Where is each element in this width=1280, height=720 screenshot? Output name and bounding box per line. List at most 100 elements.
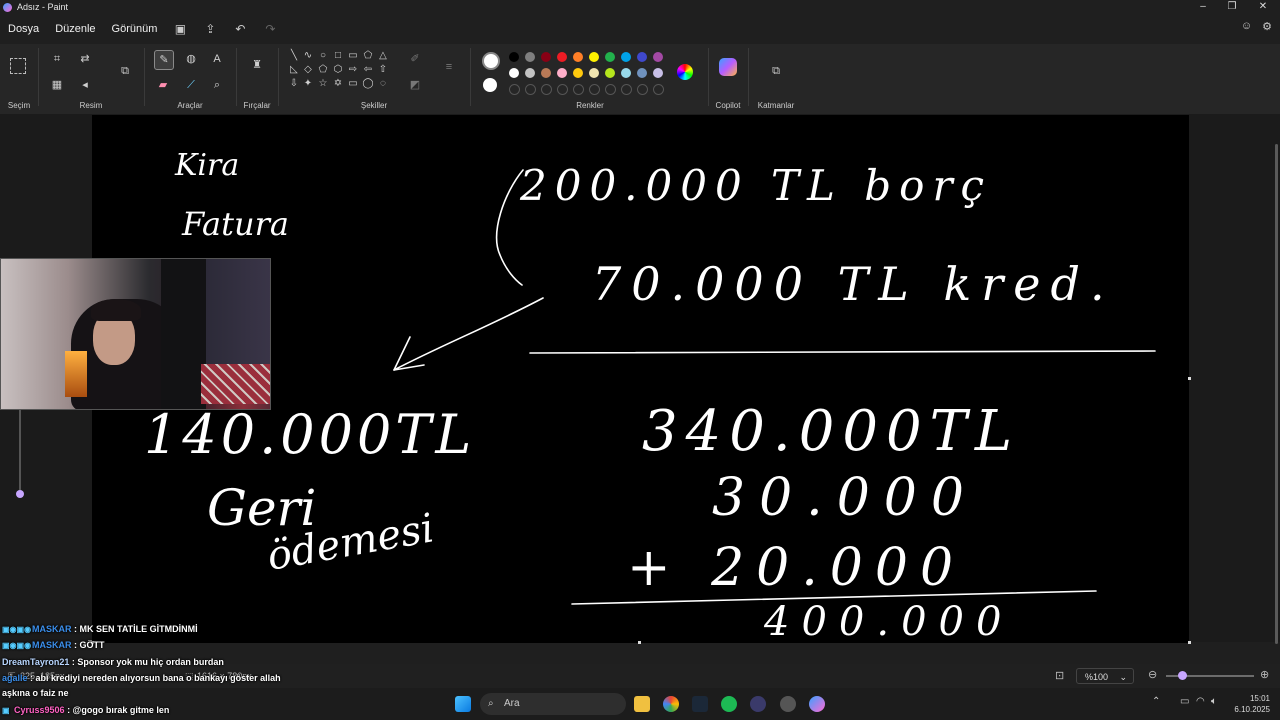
brush-size-thumb[interactable]	[16, 490, 24, 498]
color-swatch[interactable]	[573, 68, 583, 78]
outline-icon[interactable]: ✐	[406, 50, 424, 68]
zoom-in-icon[interactable]: ⊕	[1260, 668, 1269, 681]
text-icon[interactable]: A	[208, 50, 226, 68]
rect-shape-icon[interactable]: □	[332, 50, 344, 62]
minimize-icon[interactable]: –	[1188, 0, 1218, 14]
rotate-icon[interactable]: ◂	[76, 76, 94, 94]
custom-color-slot[interactable]	[557, 84, 568, 95]
edit-colors-icon[interactable]	[677, 64, 693, 80]
color-swatch[interactable]	[573, 52, 583, 62]
windows-start-icon[interactable]	[455, 696, 471, 712]
custom-color-slot[interactable]	[621, 84, 632, 95]
color-swatch[interactable]	[509, 52, 519, 62]
right-triangle-shape-icon[interactable]: ◺	[288, 64, 300, 76]
triangle-shape-icon[interactable]: △	[377, 50, 389, 62]
save-icon[interactable]: ▣	[173, 22, 187, 36]
color-swatch[interactable]	[653, 52, 663, 62]
color-swatch[interactable]	[589, 68, 599, 78]
resize-handle[interactable]	[638, 641, 641, 644]
custom-color-slot[interactable]	[573, 84, 584, 95]
magnifier-icon[interactable]: ⌕	[208, 76, 226, 94]
brush-size-slider[interactable]	[19, 410, 21, 490]
crop-icon[interactable]: ⌗	[48, 50, 66, 68]
copilot-icon[interactable]	[719, 58, 737, 76]
share-icon[interactable]: ⇪	[203, 22, 217, 36]
profile-icon[interactable]: ☺	[1241, 20, 1252, 33]
custom-color-slot[interactable]	[525, 84, 536, 95]
steam-icon[interactable]	[692, 696, 708, 712]
vertical-scrollbar[interactable]	[1275, 144, 1278, 644]
line-shape-icon[interactable]: ╲	[288, 50, 300, 62]
color-swatch[interactable]	[557, 52, 567, 62]
color-swatch[interactable]	[557, 68, 567, 78]
pentagon-shape-icon[interactable]: ⬠	[317, 64, 329, 76]
custom-color-slot[interactable]	[653, 84, 664, 95]
fill-icon[interactable]: ◍	[182, 50, 200, 68]
paint-taskbar-icon[interactable]	[809, 696, 825, 712]
color-swatch[interactable]	[509, 68, 519, 78]
oval-shape-icon[interactable]: ○	[317, 50, 329, 62]
maximize-icon[interactable]: ❐	[1217, 0, 1247, 14]
star4-shape-icon[interactable]: ✦	[302, 78, 314, 90]
taskbar-search[interactable]: ⌕ Ara	[480, 693, 626, 715]
color-picker-icon[interactable]: ⟋	[182, 76, 200, 94]
arrow-up-shape-icon[interactable]: ⇧	[377, 64, 389, 76]
custom-color-slot[interactable]	[589, 84, 600, 95]
star6-shape-icon[interactable]: ✡	[332, 78, 344, 90]
fit-to-window-icon[interactable]: ⊡	[1055, 669, 1064, 682]
curve-shape-icon[interactable]: ∿	[302, 50, 314, 62]
zoom-slider-thumb[interactable]	[1178, 671, 1187, 680]
color-swatch[interactable]	[541, 68, 551, 78]
polygon-shape-icon[interactable]: ⬠	[362, 50, 374, 62]
selection-tool-icon[interactable]	[10, 58, 26, 74]
color-swatch[interactable]	[653, 68, 663, 78]
callout-oval-shape-icon[interactable]: ◯	[362, 78, 374, 90]
callout-cloud-shape-icon[interactable]: ◌	[377, 78, 389, 90]
shape-fill-icon[interactable]: ◩	[406, 76, 424, 94]
secondary-color-swatch[interactable]	[483, 78, 497, 92]
diamond-shape-icon[interactable]: ◇	[302, 64, 314, 76]
redo-icon[interactable]: ↷	[263, 22, 277, 36]
primary-color-swatch[interactable]	[482, 52, 500, 70]
chrome-icon[interactable]	[663, 696, 679, 712]
volume-icon[interactable]: 🔈︎	[1211, 696, 1217, 707]
arrow-down-shape-icon[interactable]: ⇩	[288, 78, 300, 90]
menu-duzenle[interactable]: Düzenle	[47, 23, 103, 35]
color-swatch[interactable]	[605, 52, 615, 62]
layers-icon[interactable]: ⧉	[767, 62, 785, 80]
hexagon-shape-icon[interactable]: ⬡	[332, 64, 344, 76]
app-icon-2[interactable]	[780, 696, 796, 712]
tray-chevron-icon[interactable]: ⌃	[1152, 696, 1160, 707]
color-swatch[interactable]	[621, 52, 631, 62]
color-swatch[interactable]	[637, 68, 647, 78]
menu-dosya[interactable]: Dosya	[0, 23, 47, 35]
wifi-icon[interactable]: ◠	[1196, 696, 1205, 707]
custom-color-slot[interactable]	[509, 84, 520, 95]
custom-color-slot[interactable]	[637, 84, 648, 95]
network-icon[interactable]: ▭	[1180, 696, 1189, 707]
callout-rect-shape-icon[interactable]: ▭	[347, 78, 359, 90]
custom-color-slot[interactable]	[605, 84, 616, 95]
color-swatch[interactable]	[605, 68, 615, 78]
resize-handle[interactable]	[1188, 377, 1191, 380]
color-swatch[interactable]	[525, 52, 535, 62]
color-swatch[interactable]	[589, 52, 599, 62]
taskbar-clock[interactable]: 15:01 6.10.2025	[1234, 693, 1270, 715]
zoom-select[interactable]: %100 ⌄	[1076, 668, 1134, 684]
image-bg-icon[interactable]: ⧉	[116, 62, 134, 80]
resize-handle[interactable]	[1188, 641, 1191, 644]
brush-icon[interactable]: ♜	[248, 56, 266, 74]
file-explorer-icon[interactable]	[634, 696, 650, 712]
arrow-left-shape-icon[interactable]: ⇦	[362, 64, 374, 76]
select-image-icon[interactable]: ▦	[48, 76, 66, 94]
eraser-icon[interactable]: ▰	[154, 76, 172, 94]
star5-shape-icon[interactable]: ☆	[317, 78, 329, 90]
resize-icon[interactable]: ⇄	[76, 50, 94, 68]
app-icon[interactable]	[750, 696, 766, 712]
color-swatch[interactable]	[621, 68, 631, 78]
color-swatch[interactable]	[541, 52, 551, 62]
shape-size-icon[interactable]: ≡	[440, 58, 458, 76]
arrow-right-shape-icon[interactable]: ⇨	[347, 64, 359, 76]
close-icon[interactable]: ✕	[1248, 0, 1278, 14]
color-swatch[interactable]	[525, 68, 535, 78]
